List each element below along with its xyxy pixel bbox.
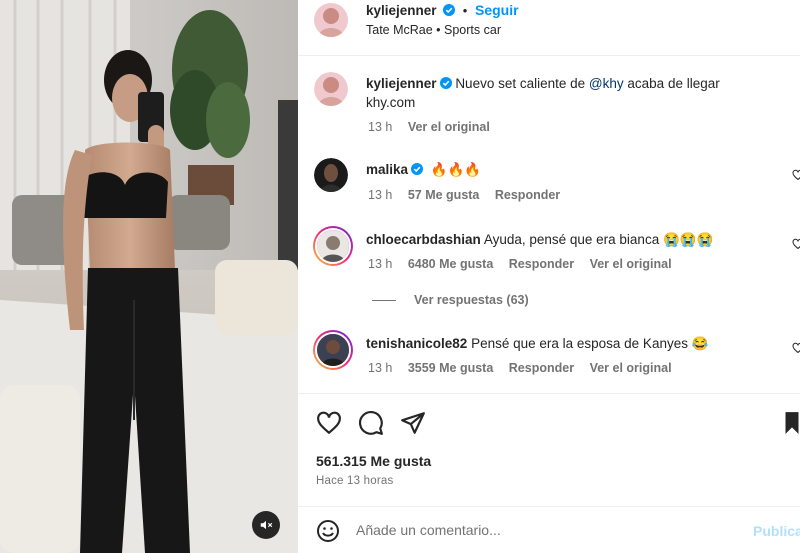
see-original-button[interactable]: Ver el original bbox=[408, 120, 490, 134]
comment-bar: Publicar bbox=[298, 506, 800, 553]
audio-label[interactable]: Tate McRae • Sports car bbox=[366, 23, 501, 37]
comment-likes[interactable]: 3559 Me gusta bbox=[408, 361, 493, 375]
reply-button[interactable]: Responder bbox=[509, 361, 574, 375]
comment-username[interactable]: malika bbox=[366, 162, 408, 177]
comment-time[interactable]: 13 h bbox=[368, 188, 392, 202]
comment-3-meta: 13 h 3559 Me gusta Responder Ver el orig… bbox=[368, 361, 684, 375]
comment-text: 🔥🔥🔥 bbox=[430, 162, 482, 177]
post-photo bbox=[0, 0, 298, 553]
comment-username[interactable]: tenishanicole82 bbox=[366, 336, 467, 351]
post-header: kyliejenner • Seguir Tate McRae • Sports… bbox=[298, 0, 800, 56]
comment-input[interactable] bbox=[356, 517, 736, 543]
caption-line-2: khy.com bbox=[366, 95, 416, 110]
bookmark-icon[interactable] bbox=[784, 410, 800, 436]
heart-icon[interactable] bbox=[316, 410, 342, 436]
caption-meta: 13 h Ver el original bbox=[368, 120, 502, 134]
caption-text-end: acaba de llegar bbox=[627, 76, 720, 91]
caption-text: Nuevo set caliente de bbox=[455, 76, 586, 91]
see-original-button[interactable]: Ver el original bbox=[590, 361, 672, 375]
comment-like-heart-icon[interactable] bbox=[792, 342, 800, 354]
follow-button[interactable]: Seguir bbox=[475, 2, 519, 18]
verified-badge-icon bbox=[411, 163, 424, 175]
verified-badge-icon bbox=[439, 77, 452, 89]
comment-3-line: tenishanicole82 Pensé que era la esposa … bbox=[366, 336, 709, 352]
smiley-icon[interactable] bbox=[316, 519, 340, 543]
see-original-button[interactable]: Ver el original bbox=[590, 257, 672, 271]
comment-bubble-icon[interactable] bbox=[358, 410, 384, 436]
post-comment-button[interactable]: Publicar bbox=[753, 523, 800, 539]
likes-count[interactable]: 561.315 Me gusta bbox=[316, 453, 431, 469]
comment-time[interactable]: 13 h bbox=[368, 257, 392, 271]
comment-like-heart-icon[interactable] bbox=[792, 238, 800, 250]
comment-2-meta: 13 h 6480 Me gusta Responder Ver el orig… bbox=[368, 257, 684, 271]
comment-likes[interactable]: 6480 Me gusta bbox=[408, 257, 493, 271]
post-detail-panel: kyliejenner • Seguir Tate McRae • Sports… bbox=[298, 0, 800, 553]
action-bar bbox=[298, 393, 800, 455]
verified-badge-icon bbox=[443, 4, 456, 16]
comment-avatar[interactable] bbox=[313, 226, 353, 266]
mute-button[interactable] bbox=[252, 511, 280, 539]
comment-text: Ayuda, pensé que era bianca 😭😭😭 bbox=[483, 232, 714, 247]
paper-plane-icon[interactable] bbox=[400, 410, 426, 436]
view-replies-label: Ver respuestas (63) bbox=[414, 293, 529, 307]
comment-1-line: malika 🔥🔥🔥 bbox=[366, 162, 481, 178]
comment-time[interactable]: 13 h bbox=[368, 361, 392, 375]
comment-likes[interactable]: 57 Me gusta bbox=[408, 188, 480, 202]
post-media[interactable] bbox=[0, 0, 298, 553]
comment-like-heart-icon[interactable] bbox=[792, 169, 800, 181]
comment-avatar[interactable] bbox=[314, 158, 348, 192]
caption-mention[interactable]: @khy bbox=[589, 76, 624, 91]
caption-time[interactable]: 13 h bbox=[368, 120, 392, 134]
caption-line-1: kyliejenner Nuevo set caliente de @khy a… bbox=[366, 76, 720, 91]
caption-avatar[interactable] bbox=[314, 72, 348, 106]
comment-avatar[interactable] bbox=[313, 330, 353, 370]
replies-divider bbox=[372, 299, 396, 301]
caption-username[interactable]: kyliejenner bbox=[366, 76, 437, 91]
comment-username[interactable]: chloecarbdashian bbox=[366, 232, 481, 247]
view-replies-button[interactable]: Ver respuestas (63) bbox=[372, 293, 529, 307]
comment-2-line: chloecarbdashian Ayuda, pensé que era bi… bbox=[366, 232, 713, 248]
speaker-muted-icon bbox=[260, 520, 273, 530]
post-time[interactable]: Hace 13 horas bbox=[316, 475, 393, 487]
author-username[interactable]: kyliejenner bbox=[366, 3, 437, 18]
author-avatar[interactable] bbox=[314, 3, 348, 37]
comment-text: Pensé que era la esposa de Kanyes 😂 bbox=[471, 336, 709, 351]
comment-1-meta: 13 h 57 Me gusta Responder bbox=[368, 188, 572, 202]
reply-button[interactable]: Responder bbox=[495, 188, 560, 202]
reply-button[interactable]: Responder bbox=[509, 257, 574, 271]
